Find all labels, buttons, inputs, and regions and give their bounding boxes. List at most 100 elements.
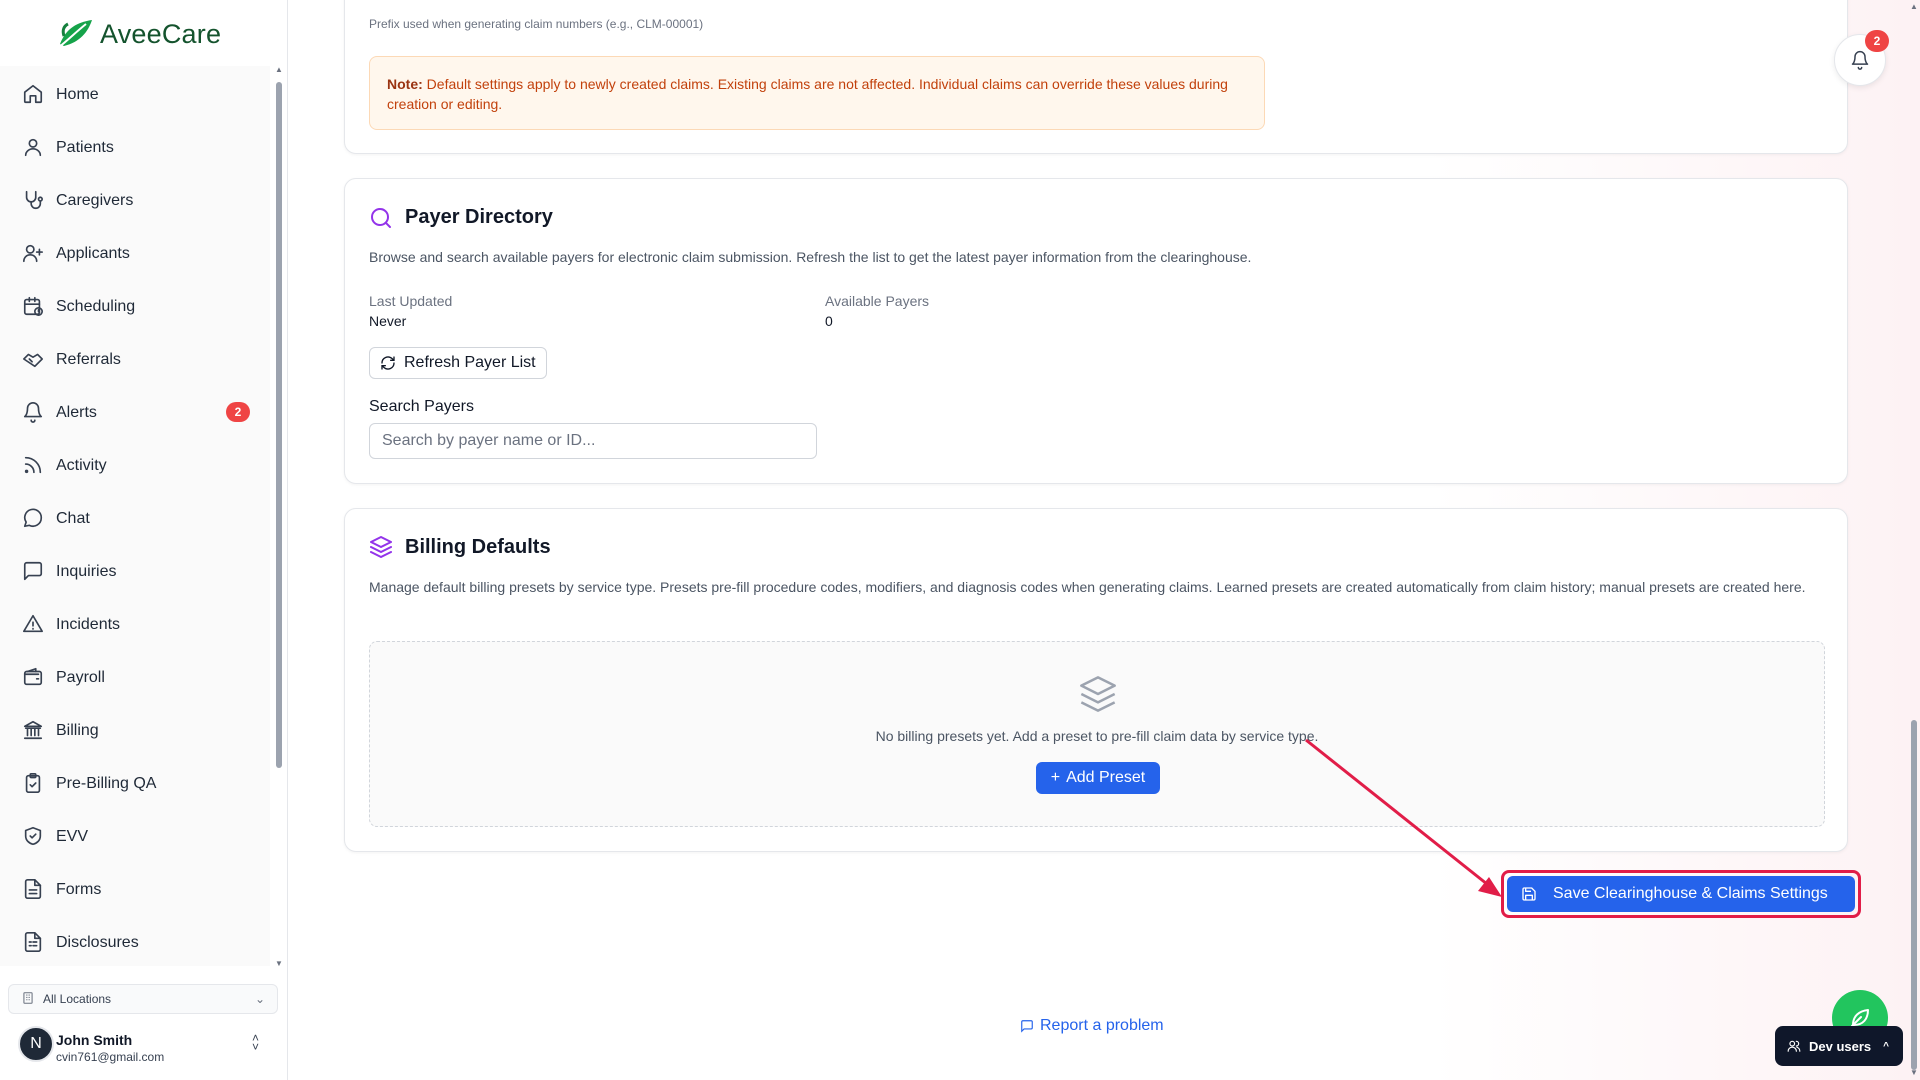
sidebar-item-label: Applicants bbox=[56, 245, 130, 262]
sidebar-item-chat[interactable]: Chat bbox=[0, 495, 270, 543]
search-payers-input[interactable] bbox=[369, 423, 817, 459]
user-icon bbox=[22, 136, 46, 160]
last-updated-label: Last Updated bbox=[369, 293, 453, 309]
app-name: AveeCare bbox=[100, 18, 222, 49]
billing-defaults-card: Billing Defaults Manage default billing … bbox=[344, 508, 1848, 852]
scroll-down-arrow-icon[interactable]: ▼ bbox=[275, 960, 283, 968]
flag-message-icon bbox=[1021, 1020, 1033, 1033]
refresh-payer-list-label: Refresh Payer List bbox=[404, 354, 536, 371]
bell-icon bbox=[1851, 50, 1869, 70]
payer-directory-title: Payer Directory bbox=[405, 206, 553, 228]
billing-presets-empty-state: No billing presets yet. Add a preset to … bbox=[369, 641, 1825, 827]
scrollbar-thumb[interactable] bbox=[276, 82, 282, 768]
chevrons-up-down-icon: ˄ ˅ bbox=[252, 1031, 260, 1054]
payer-directory-card: Payer Directory Browse and search availa… bbox=[344, 178, 1848, 484]
sidebar-item-pre-billing-qa[interactable]: Pre-Billing QA bbox=[0, 760, 270, 808]
sidebar-item-label: Referrals bbox=[56, 351, 121, 368]
message-circle-icon bbox=[22, 507, 46, 531]
sidebar-item-label: Payroll bbox=[56, 669, 105, 686]
clipboard-check-icon bbox=[22, 772, 46, 796]
sidebar-item-inquiries[interactable]: Inquiries bbox=[0, 548, 270, 596]
search-icon bbox=[369, 206, 393, 230]
sidebar-item-label: EVV bbox=[56, 828, 89, 845]
dev-users-label: Dev users bbox=[1809, 1038, 1872, 1054]
sidebar-item-home[interactable]: Home bbox=[0, 71, 270, 119]
sidebar-item-label: Disclosures bbox=[56, 934, 139, 951]
sidebar-item-billing[interactable]: Billing bbox=[0, 707, 270, 755]
wallet-icon bbox=[22, 666, 46, 690]
save-settings-label: Save Clearinghouse & Claims Settings bbox=[1553, 885, 1828, 902]
sidebar-item-label: Inquiries bbox=[56, 563, 117, 580]
available-payers-label: Available Payers bbox=[825, 293, 930, 309]
note-label: Note: bbox=[387, 76, 423, 92]
app-logo[interactable]: AveeCare bbox=[56, 14, 221, 54]
location-select-value: All Locations bbox=[43, 992, 112, 1006]
bell-icon bbox=[22, 401, 46, 425]
sidebar-item-evv[interactable]: EVV bbox=[0, 813, 270, 861]
sidebar-item-incidents[interactable]: Incidents bbox=[0, 601, 270, 649]
sidebar-item-label: Alerts bbox=[56, 404, 97, 421]
sidebar-item-caregivers[interactable]: Caregivers bbox=[0, 177, 270, 225]
layers-placeholder-icon bbox=[1080, 676, 1116, 712]
chevron-down-icon: ⌄ bbox=[254, 992, 265, 1006]
notification-count-badge: 2 bbox=[1865, 30, 1889, 52]
billing-defaults-title: Billing Defaults bbox=[405, 536, 551, 558]
file-list-icon bbox=[22, 931, 46, 955]
scroll-down-arrow-icon[interactable]: ▼ bbox=[1908, 1068, 1920, 1077]
claim-prefix-help: Prefix used when generating claim number… bbox=[369, 17, 704, 31]
alerts-count-badge: 2 bbox=[226, 402, 250, 422]
sidebar-item-referrals[interactable]: Referrals bbox=[0, 336, 270, 384]
file-text-icon bbox=[22, 878, 46, 902]
report-problem-label: Report a problem bbox=[1040, 1017, 1164, 1034]
sidebar-item-label: Activity bbox=[56, 457, 107, 474]
user-email: cvin761@gmail.com bbox=[56, 1050, 165, 1064]
alert-triangle-icon bbox=[22, 613, 46, 637]
users-icon bbox=[1787, 1040, 1801, 1052]
save-settings-button[interactable]: Save Clearinghouse & Claims Settings bbox=[1507, 876, 1855, 912]
main-content: Prefix used when generating claim number… bbox=[288, 0, 1920, 1080]
handshake-icon bbox=[22, 348, 46, 372]
report-problem-link[interactable]: Report a problem bbox=[1020, 1017, 1164, 1035]
main-scrollbar[interactable]: ▲ ▼ bbox=[1908, 0, 1920, 1080]
refresh-icon bbox=[381, 356, 395, 370]
sidebar-item-patients[interactable]: Patients bbox=[0, 124, 270, 172]
scroll-up-arrow-icon[interactable]: ▲ bbox=[275, 66, 283, 74]
sidebar-item-payroll[interactable]: Payroll bbox=[0, 654, 270, 702]
sidebar-item-label: Incidents bbox=[56, 616, 121, 633]
sidebar-item-applicants[interactable]: Applicants bbox=[0, 230, 270, 278]
sidebar-item-activity[interactable]: Activity bbox=[0, 442, 270, 490]
payer-directory-description: Browse and search available payers for e… bbox=[369, 249, 1252, 265]
sidebar-item-scheduling[interactable]: Scheduling bbox=[0, 283, 270, 331]
billing-defaults-description: Manage default billing presets by servic… bbox=[369, 579, 1806, 595]
scroll-up-arrow-icon[interactable]: ▲ bbox=[1908, 2, 1920, 11]
refresh-payer-list-button[interactable]: Refresh Payer List bbox=[369, 347, 547, 379]
user-menu[interactable]: N John Smith cvin761@gmail.com ˄ ˅ bbox=[18, 1024, 278, 1072]
sidebar-item-forms[interactable]: Forms bbox=[0, 866, 270, 914]
sidebar-item-disclosures[interactable]: Disclosures bbox=[0, 919, 270, 967]
sidebar-item-alerts[interactable]: Alerts 2 bbox=[0, 389, 270, 437]
dev-users-button[interactable]: Dev users ^ bbox=[1775, 1026, 1903, 1066]
sidebar-item-label: Home bbox=[56, 86, 99, 103]
shield-check-icon bbox=[22, 825, 46, 849]
sidebar-item-label: Billing bbox=[56, 722, 99, 739]
building-icon bbox=[21, 991, 37, 1007]
claims-settings-card: Prefix used when generating claim number… bbox=[344, 0, 1848, 154]
home-icon bbox=[22, 83, 46, 107]
sidebar: AveeCare Home Patients Caregivers Applic… bbox=[0, 0, 288, 1080]
sidebar-item-label: Forms bbox=[56, 881, 102, 898]
user-name: John Smith bbox=[56, 1032, 133, 1048]
add-preset-button[interactable]: + Add Preset bbox=[1036, 762, 1160, 794]
landmark-icon bbox=[22, 719, 46, 743]
plus-icon: + bbox=[1050, 769, 1061, 786]
rss-icon bbox=[22, 454, 46, 478]
sidebar-scrollbar[interactable]: ▲ ▼ bbox=[275, 66, 283, 968]
search-payers-label: Search Payers bbox=[369, 398, 474, 415]
sidebar-item-label: Scheduling bbox=[56, 298, 136, 315]
message-square-icon bbox=[22, 560, 46, 584]
stethoscope-icon bbox=[22, 189, 46, 213]
location-select[interactable]: All Locations ⌄ bbox=[8, 984, 278, 1014]
calendar-clock-icon bbox=[22, 295, 46, 319]
scrollbar-thumb[interactable] bbox=[1911, 720, 1917, 1070]
user-plus-icon bbox=[22, 242, 46, 266]
avatar: N bbox=[18, 1026, 54, 1062]
